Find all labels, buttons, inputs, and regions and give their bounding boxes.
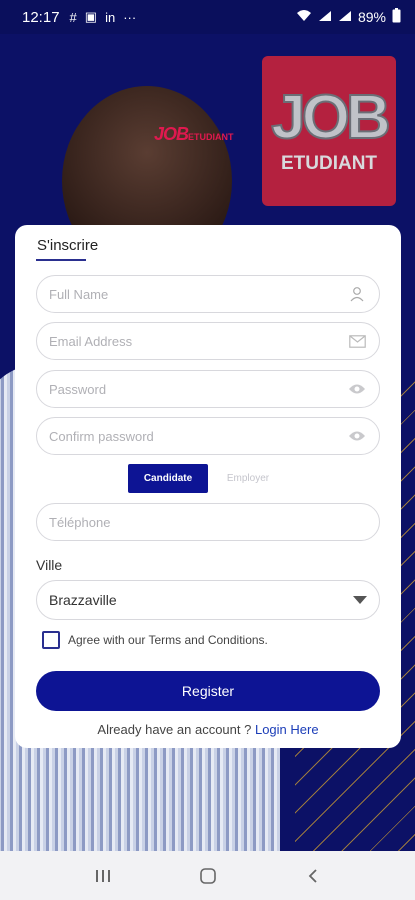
- signal-icon: [318, 9, 332, 25]
- signup-card: S'inscrire Candidate Employer Ville Braz…: [15, 225, 401, 748]
- terms-checkbox[interactable]: [42, 631, 60, 649]
- full-name-input[interactable]: [49, 286, 347, 302]
- login-prompt: Already have an account ? Login Here: [15, 722, 401, 737]
- register-button[interactable]: Register: [36, 671, 380, 711]
- more-icon: ···: [123, 9, 137, 25]
- phone-input[interactable]: [49, 514, 367, 530]
- status-right: 89%: [296, 8, 401, 26]
- confirm-password-field[interactable]: [36, 417, 380, 455]
- battery-icon: [392, 8, 401, 26]
- tab-employer[interactable]: Employer: [208, 464, 288, 493]
- job-etudiant-logo: JOB ETUDIANT: [262, 56, 396, 206]
- signal-icon-2: [338, 9, 352, 25]
- battery-percent: 89%: [357, 9, 386, 25]
- status-bar: 12:17 # ▣ in ··· 89%: [0, 0, 415, 34]
- confirm-password-input[interactable]: [49, 428, 347, 444]
- notification-icons: # ▣ in ···: [70, 9, 137, 25]
- title-underline: [36, 259, 86, 261]
- city-label: Ville: [36, 557, 63, 573]
- email-input[interactable]: [49, 333, 347, 349]
- back-icon: [308, 868, 317, 883]
- terms-label: Agree with our Terms and Conditions.: [68, 633, 268, 647]
- password-field[interactable]: [36, 370, 380, 408]
- eye-icon[interactable]: [347, 379, 367, 399]
- logo-main-text: JOB: [270, 83, 392, 152]
- back-button[interactable]: [298, 861, 328, 891]
- city-select[interactable]: Brazzaville: [36, 580, 380, 620]
- terms-agreement: Agree with our Terms and Conditions.: [42, 631, 268, 649]
- recent-apps-button[interactable]: [88, 861, 118, 891]
- small-logo-sub: ETUDIANT: [188, 132, 234, 142]
- gallery-icon: ▣: [84, 9, 98, 24]
- tab-candidate[interactable]: Candidate: [128, 464, 208, 493]
- home-button[interactable]: [193, 861, 223, 891]
- chevron-down-icon: [353, 596, 367, 604]
- system-nav-bar: [0, 851, 415, 900]
- mail-icon: [347, 331, 367, 351]
- recent-apps-icon: [95, 869, 110, 882]
- logo-sub-text: ETUDIANT: [280, 153, 378, 174]
- role-toggle: Candidate Employer: [128, 464, 288, 493]
- hashtag-icon: #: [69, 9, 77, 25]
- wifi-icon: [296, 9, 312, 25]
- login-prompt-text: Already have an account ?: [97, 722, 255, 737]
- eye-icon[interactable]: [347, 426, 367, 446]
- person-icon: [347, 284, 367, 304]
- small-logo: JOBETUDIANT: [154, 124, 234, 145]
- form-title: S'inscrire: [37, 237, 99, 254]
- full-name-field[interactable]: [36, 275, 380, 313]
- small-logo-main: JOB: [154, 124, 189, 144]
- status-time: 12:17: [22, 8, 60, 26]
- login-link[interactable]: Login Here: [255, 722, 319, 737]
- home-icon: [199, 867, 216, 884]
- password-input[interactable]: [49, 381, 347, 397]
- phone-field[interactable]: [36, 503, 380, 541]
- city-select-value: Brazzaville: [49, 592, 117, 608]
- linkedin-icon: in: [105, 9, 116, 25]
- email-field[interactable]: [36, 322, 380, 360]
